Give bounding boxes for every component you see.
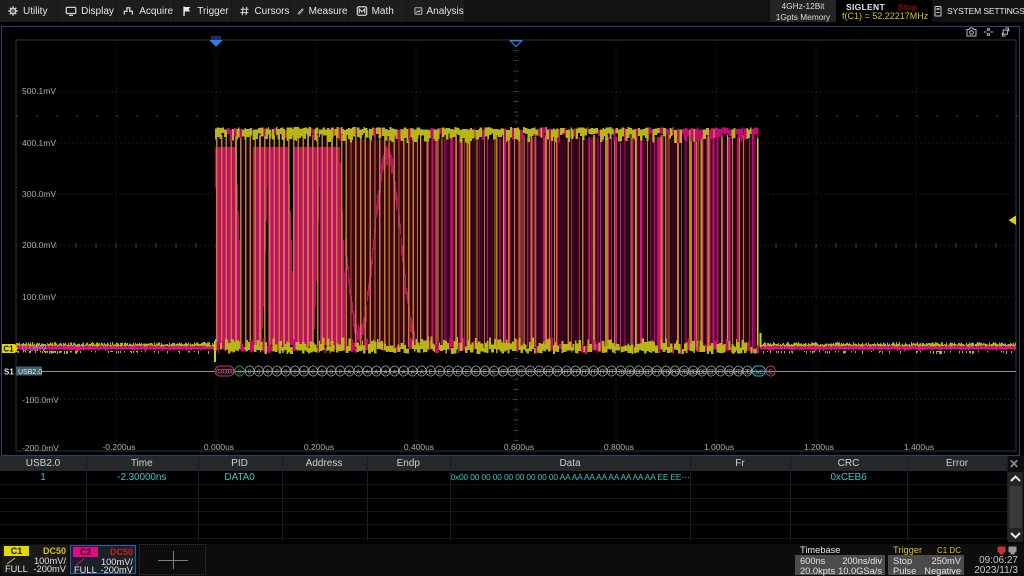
svg-text:0.0mV: 0.0mV <box>22 343 47 353</box>
svg-text:0: 0 <box>275 370 279 376</box>
svg-text:FD: FD <box>735 370 743 376</box>
svg-text:DE: DE <box>699 370 707 376</box>
svg-text:400.1mV: 400.1mV <box>22 138 56 148</box>
svg-text:7B: 7B <box>681 370 688 376</box>
svg-text:200.0mV: 200.0mV <box>22 240 56 250</box>
svg-text:E: E <box>438 370 442 376</box>
svg-text:S1: S1 <box>4 368 14 377</box>
svg-text:A: A <box>374 370 378 376</box>
svg-text:500.1mV: 500.1mV <box>22 86 56 96</box>
svg-text:0: 0 <box>248 370 252 376</box>
svg-text:E: E <box>483 370 487 376</box>
svg-text:0: 0 <box>320 370 324 376</box>
svg-text:BD: BD <box>626 370 634 376</box>
svg-text:FB: FB <box>726 370 733 376</box>
svg-text:FC: FC <box>672 370 680 376</box>
svg-text:0xC: 0xC <box>754 370 764 376</box>
svg-text:0: 0 <box>302 370 306 376</box>
svg-text:0000000: 0000000 <box>216 370 235 376</box>
svg-text:A: A <box>356 370 360 376</box>
svg-text:USB2.0: USB2.0 <box>18 369 42 376</box>
svg-text:A: A <box>420 370 424 376</box>
svg-text:0: 0 <box>330 370 334 376</box>
svg-text:0: 0 <box>266 370 270 376</box>
svg-text:0: 0 <box>293 370 297 376</box>
svg-text:1.400us: 1.400us <box>904 442 934 452</box>
svg-text:E: E <box>492 370 496 376</box>
svg-text:E: E <box>465 370 469 376</box>
svg-text:E: E <box>456 370 460 376</box>
svg-text:DE: DE <box>635 370 643 376</box>
svg-text:0: 0 <box>284 370 288 376</box>
svg-text:-100.0mV: -100.0mV <box>22 395 59 405</box>
svg-text:0: 0 <box>311 370 315 376</box>
svg-text:1.200us: 1.200us <box>804 442 834 452</box>
svg-text:A: A <box>365 370 369 376</box>
svg-text:-200.0mV: -200.0mV <box>22 443 59 453</box>
svg-text:E: E <box>769 370 773 376</box>
svg-text:-0.200us: -0.200us <box>102 442 135 452</box>
svg-text:0.200us: 0.200us <box>304 442 334 452</box>
svg-text:A: A <box>347 370 351 376</box>
svg-text:FB: FB <box>663 370 670 376</box>
svg-text:C1: C1 <box>3 344 14 353</box>
svg-text:7B: 7B <box>618 370 625 376</box>
svg-text:0.400us: 0.400us <box>404 442 434 452</box>
svg-text:0: 0 <box>339 370 343 376</box>
svg-text:E: E <box>447 370 451 376</box>
svg-text:100.0mV: 100.0mV <box>22 292 56 302</box>
svg-text:A: A <box>411 370 415 376</box>
svg-text:E: E <box>429 370 433 376</box>
svg-text:A: A <box>402 370 406 376</box>
svg-text:A: A <box>383 370 387 376</box>
svg-text:0: 0 <box>257 370 261 376</box>
svg-text:0.800us: 0.800us <box>604 442 634 452</box>
svg-text:BD: BD <box>690 370 698 376</box>
svg-text:A: A <box>392 370 396 376</box>
svg-text:0.000us: 0.000us <box>204 442 234 452</box>
svg-text:300.0mV: 300.0mV <box>22 189 56 199</box>
svg-text:0.600us: 0.600us <box>504 442 534 452</box>
svg-text:0: 0 <box>238 369 242 376</box>
svg-text:1.000us: 1.000us <box>704 442 734 452</box>
svg-text:E: E <box>474 370 478 376</box>
